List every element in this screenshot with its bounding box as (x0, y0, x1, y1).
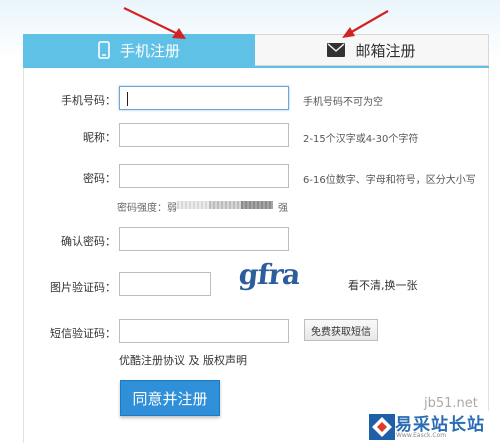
nickname-hint: 2-15个汉字或4-30个字符 (303, 134, 419, 145)
sms-code-input[interactable] (119, 319, 289, 343)
tab-email-label: 邮箱注册 (355, 41, 416, 60)
captcha-label: 图片验证码： (50, 281, 116, 294)
phone-input[interactable] (119, 86, 289, 110)
phone-hint: 手机号码不可为空 (303, 97, 383, 108)
password-strength-label: 密码强度：弱 (117, 203, 177, 214)
password-strength-bar (177, 201, 273, 209)
sms-code-label: 短信验证码： (50, 327, 116, 340)
copyright-link[interactable]: 版权声明 (203, 354, 247, 367)
captcha-image[interactable]: gfra (237, 258, 301, 291)
captcha-refresh-link[interactable]: 看不清,换一张 (348, 277, 418, 293)
watermark-site: jb51.net (424, 396, 478, 411)
phone-icon (98, 41, 110, 59)
red-arrow-phone-icon (123, 7, 186, 39)
strength-segment-weak (177, 201, 209, 209)
red-arrow-email-icon (342, 10, 389, 38)
tab-underline (23, 66, 489, 68)
get-sms-code-button[interactable]: 免费获取短信 (304, 319, 378, 341)
strength-segment-medium (209, 201, 241, 209)
confirm-password-input[interactable] (119, 227, 289, 251)
envelope-icon (327, 43, 346, 57)
agreement-line: 优酷注册协议 及 版权声明 (119, 352, 247, 368)
watermark-logo-icon (369, 414, 395, 440)
nickname-input[interactable] (119, 123, 289, 147)
password-strength-strong-label: 强 (278, 203, 288, 214)
terms-link[interactable]: 优酷注册协议 (119, 354, 185, 367)
phone-label: 手机号码： (61, 94, 116, 107)
nickname-label: 昵称： (83, 131, 116, 144)
captcha-input[interactable] (119, 272, 211, 296)
agree-and-register-button[interactable]: 同意并注册 (120, 380, 220, 416)
confirm-password-label: 确认密码： (61, 235, 116, 248)
agreement-and: 及 (185, 354, 203, 367)
text-caret (127, 92, 128, 106)
strength-segment-strong (241, 201, 273, 209)
password-input[interactable] (119, 164, 289, 188)
password-label: 密码： (83, 172, 116, 185)
watermark-url: Www.Easck.Com (396, 432, 447, 439)
password-hint: 6-16位数字、字母和符号，区分大小写 (303, 175, 476, 186)
